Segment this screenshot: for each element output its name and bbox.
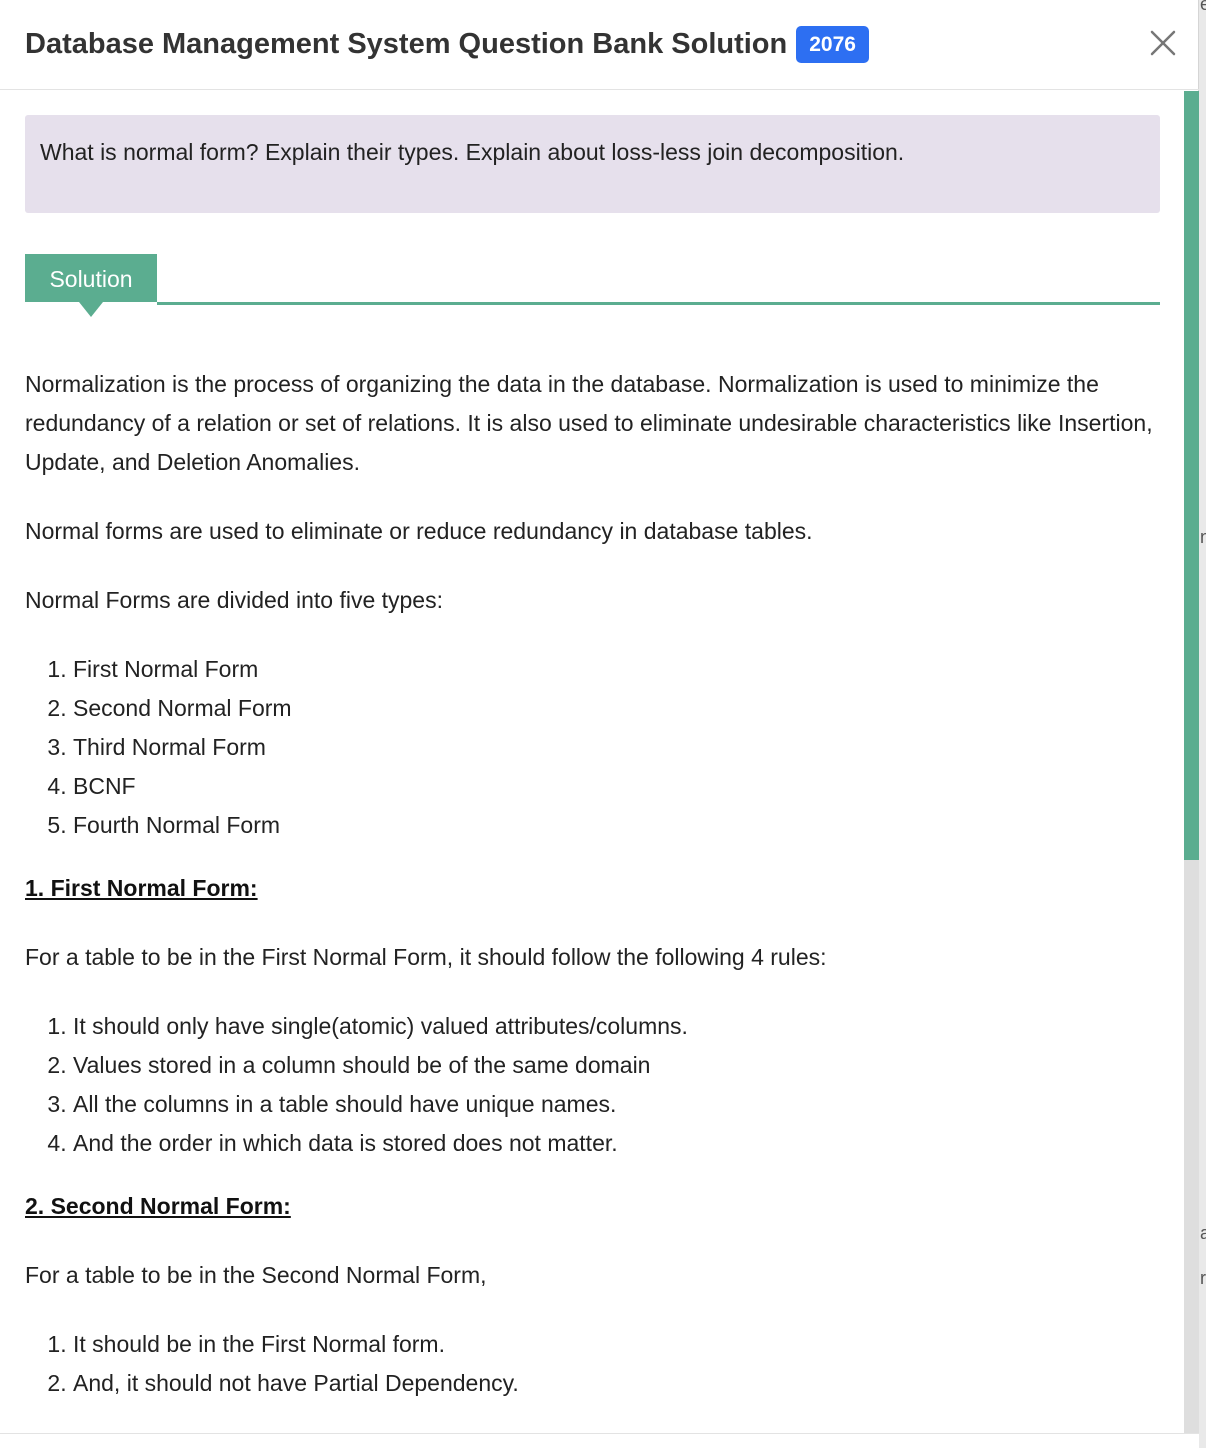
- normal-forms-list: First Normal Form Second Normal Form Thi…: [25, 650, 1165, 845]
- question-box: What is normal form? Explain their types…: [25, 115, 1160, 213]
- list-item: It should only have single(atomic) value…: [73, 1007, 1165, 1046]
- first-normal-form-intro: For a table to be in the First Normal Fo…: [25, 944, 827, 970]
- list-item: And the order in which data is stored do…: [73, 1124, 1165, 1163]
- background-text-fragment: e: [1200, 0, 1206, 14]
- solution-tab: Solution: [25, 254, 157, 302]
- types-intro-paragraph: Normal Forms are divided into five types…: [25, 587, 443, 613]
- close-icon: [1150, 30, 1176, 56]
- solution-modal: Database Management System Question Bank…: [0, 0, 1199, 1448]
- second-normal-form-rules: It should be in the First Normal form. A…: [25, 1325, 1165, 1403]
- modal-scrollbar[interactable]: [1184, 91, 1199, 1433]
- background-text-fragment: a: [1200, 1223, 1206, 1243]
- modal-header: Database Management System Question Bank…: [0, 0, 1199, 90]
- first-normal-form-heading: 1. First Normal Form:: [25, 875, 258, 901]
- second-normal-form-intro: For a table to be in the Second Normal F…: [25, 1262, 487, 1288]
- background-text-fragment: n: [1200, 527, 1206, 547]
- list-item: Second Normal Form: [73, 689, 1165, 728]
- list-item: It should be in the First Normal form.: [73, 1325, 1165, 1364]
- question-text: What is normal form? Explain their types…: [40, 139, 905, 165]
- background-text-fragment: r: [1200, 1268, 1206, 1288]
- modal-footer-edge: [0, 1433, 1199, 1448]
- modal-title: Database Management System Question Bank…: [25, 25, 869, 63]
- intro-paragraph: Normalization is the process of organizi…: [25, 371, 1153, 475]
- modal-title-text: Database Management System Question Bank…: [25, 28, 788, 60]
- list-item: Third Normal Form: [73, 728, 1165, 767]
- year-badge: 2076: [796, 25, 869, 63]
- first-normal-form-rules: It should only have single(atomic) value…: [25, 1007, 1165, 1163]
- list-item: BCNF: [73, 767, 1165, 806]
- purpose-paragraph: Normal forms are used to eliminate or re…: [25, 518, 813, 544]
- second-normal-form-heading: 2. Second Normal Form:: [25, 1193, 291, 1219]
- solution-tab-pointer: [79, 302, 103, 317]
- list-item: First Normal Form: [73, 650, 1165, 689]
- list-item: Values stored in a column should be of t…: [73, 1046, 1165, 1085]
- modal-body: What is normal form? Explain their types…: [0, 91, 1184, 1433]
- list-item: All the columns in a table should have u…: [73, 1085, 1165, 1124]
- scrollbar-thumb[interactable]: [1184, 91, 1199, 860]
- solution-divider: [157, 302, 1160, 305]
- solution-content: Normalization is the process of organizi…: [25, 365, 1165, 1427]
- close-button[interactable]: [1142, 24, 1184, 66]
- list-item: Fourth Normal Form: [73, 806, 1165, 845]
- list-item: And, it should not have Partial Dependen…: [73, 1364, 1165, 1403]
